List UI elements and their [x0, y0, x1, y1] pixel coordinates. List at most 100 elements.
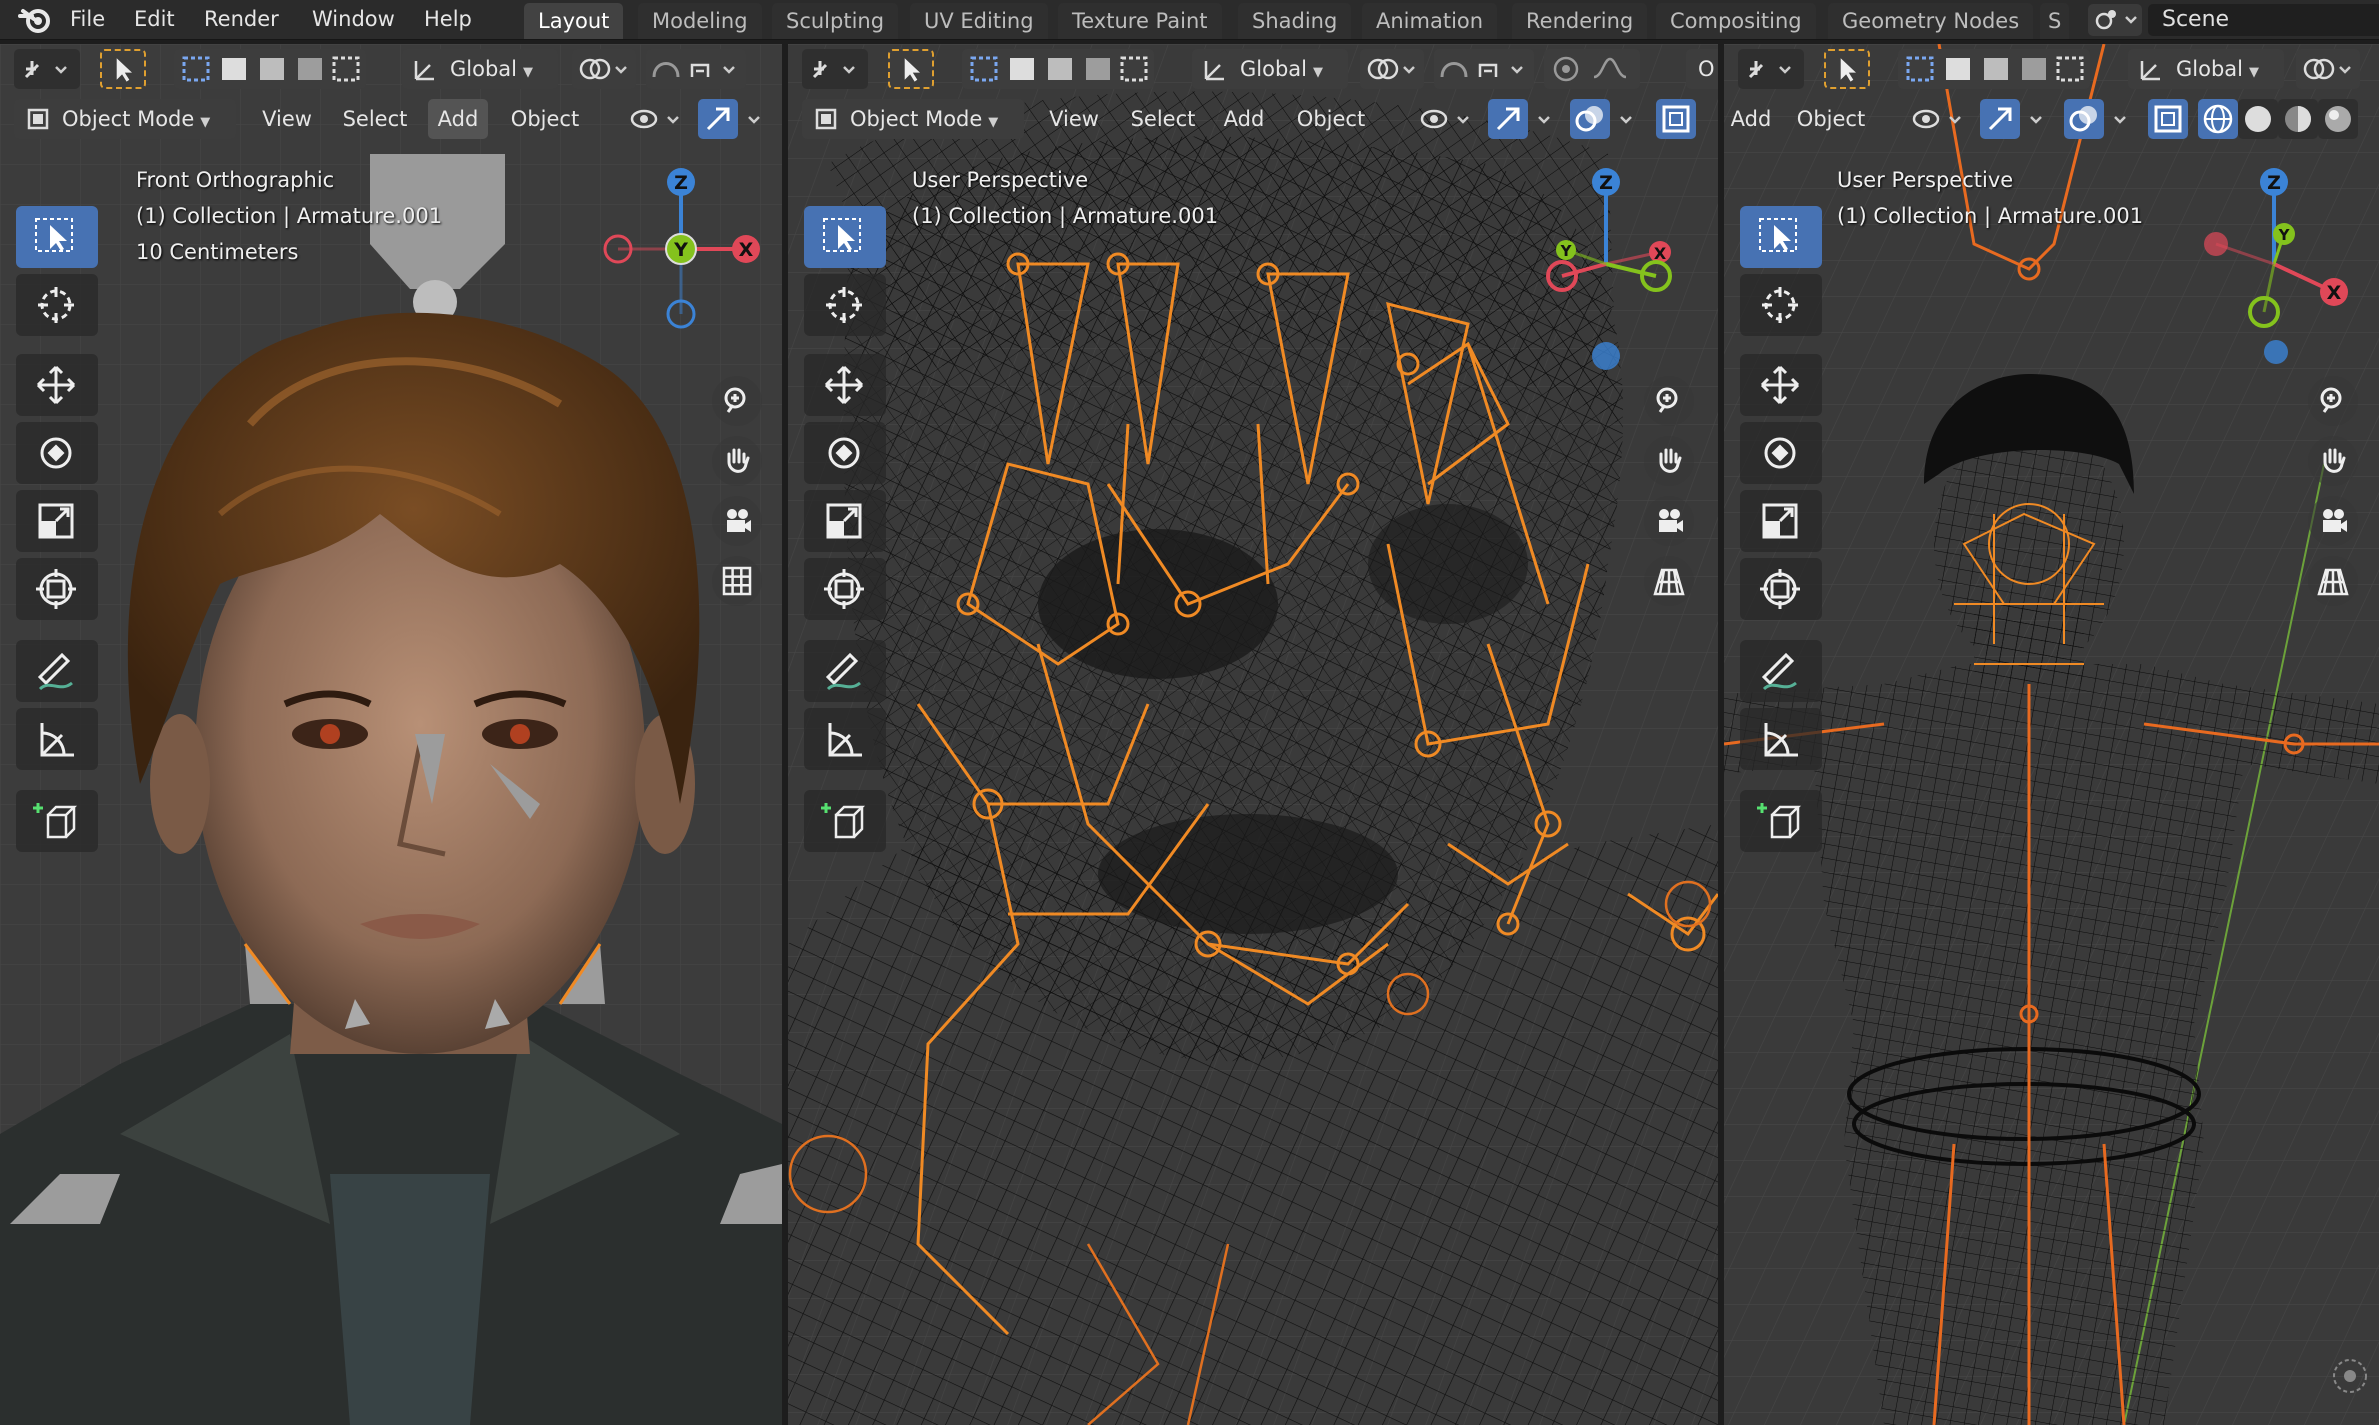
hand-icon[interactable] — [712, 436, 762, 486]
measure-icon[interactable] — [1740, 708, 1822, 770]
tab-scripting-truncated[interactable]: S — [2040, 3, 2070, 39]
wireframe-shading-button[interactable] — [2198, 99, 2238, 139]
tab-geometry-nodes[interactable]: Geometry Nodes — [1828, 3, 2034, 39]
tab-shading[interactable]: Shading — [1238, 3, 1352, 39]
visibility-dropdown[interactable] — [622, 99, 690, 139]
tab-modeling[interactable]: Modeling — [638, 3, 762, 39]
tab-rendering[interactable]: Rendering — [1512, 3, 1648, 39]
navigation-gizmo[interactable]: Z X Y — [2194, 164, 2364, 364]
material-shading-button[interactable] — [2278, 99, 2318, 139]
menu-object[interactable]: Object — [500, 99, 590, 139]
add-cube-icon[interactable] — [16, 790, 98, 852]
select-box-icon[interactable] — [804, 206, 886, 268]
cursor-icon[interactable] — [804, 274, 886, 336]
gizmo-toggle-button[interactable] — [698, 99, 738, 139]
menu-object[interactable]: Object — [1286, 99, 1376, 139]
gizmo-dropdown[interactable] — [1530, 99, 1560, 139]
editor-type-button[interactable] — [14, 49, 80, 89]
rotate-icon[interactable] — [1740, 422, 1822, 484]
perspective-grid-icon[interactable] — [2308, 556, 2358, 606]
transform-orientation-dropdown[interactable]: Global ▼ — [402, 49, 558, 89]
scene-name-field[interactable]: Scene — [2148, 4, 2379, 36]
scene-icon[interactable] — [2088, 4, 2142, 36]
rotate-icon[interactable] — [16, 422, 98, 484]
pivot-point-dropdown[interactable] — [1360, 49, 1424, 89]
move-icon[interactable] — [804, 354, 886, 416]
snapping-controls[interactable] — [1434, 49, 1534, 89]
move-icon[interactable] — [16, 354, 98, 416]
zoom-icon[interactable] — [1644, 376, 1694, 426]
pivot-point-dropdown[interactable] — [572, 49, 636, 89]
overlays-toggle-button[interactable] — [2064, 99, 2104, 139]
pivot-point-dropdown[interactable] — [2296, 49, 2360, 89]
annotate-icon[interactable] — [16, 640, 98, 702]
xray-toggle-button[interactable] — [1656, 99, 1696, 139]
gizmo-dropdown[interactable] — [2022, 99, 2052, 139]
perspective-grid-icon[interactable] — [1644, 556, 1694, 606]
tab-sculpting[interactable]: Sculpting — [772, 3, 899, 39]
overlays-dropdown[interactable] — [1612, 99, 1642, 139]
camera-icon[interactable] — [2308, 496, 2358, 546]
overlays-toggle-button[interactable] — [1570, 99, 1610, 139]
menu-object[interactable]: Object — [1786, 99, 1876, 139]
menu-file[interactable]: File — [62, 4, 113, 34]
hand-icon[interactable] — [2308, 436, 2358, 486]
select-box-icon[interactable] — [1740, 206, 1822, 268]
transform-icon[interactable] — [16, 558, 98, 620]
overlays-dropdown[interactable] — [2106, 99, 2136, 139]
mode-dropdown[interactable]: Object Mode ▼ — [802, 99, 1024, 139]
menu-add[interactable]: Add — [1724, 99, 1778, 139]
gizmo-toggle-button[interactable] — [1488, 99, 1528, 139]
editor-type-button[interactable] — [1738, 49, 1804, 89]
options-truncated-button[interactable]: O — [1686, 49, 1718, 89]
gizmo-toggle-button[interactable] — [1980, 99, 2020, 139]
rotate-icon[interactable] — [804, 422, 886, 484]
transform-orientation-dropdown[interactable]: Global ▼ — [1192, 49, 1348, 89]
add-cube-icon[interactable] — [804, 790, 886, 852]
menu-help[interactable]: Help — [416, 4, 480, 34]
mode-dropdown[interactable]: Object Mode ▼ — [14, 99, 236, 139]
selection-mode-buttons[interactable] — [174, 49, 366, 89]
camera-icon[interactable] — [712, 496, 762, 546]
select-tool-button[interactable] — [1824, 49, 1870, 89]
proportional-editing-controls[interactable] — [1544, 49, 1640, 89]
scale-icon[interactable] — [16, 490, 98, 552]
menu-add[interactable]: Add — [428, 99, 488, 139]
menu-add[interactable]: Add — [1214, 99, 1274, 139]
select-tool-button[interactable] — [888, 49, 934, 89]
visibility-dropdown[interactable] — [1904, 99, 1972, 139]
scale-icon[interactable] — [1740, 490, 1822, 552]
tab-animation[interactable]: Animation — [1362, 3, 1498, 39]
select-box-icon[interactable] — [16, 206, 98, 268]
snapping-controls[interactable] — [646, 49, 746, 89]
selection-mode-buttons[interactable] — [1898, 49, 2090, 89]
menu-view[interactable]: View — [252, 99, 322, 139]
move-icon[interactable] — [1740, 354, 1822, 416]
transform-icon[interactable] — [1740, 558, 1822, 620]
add-cube-icon[interactable] — [1740, 790, 1822, 852]
viewport-user-perspective-body[interactable]: Global ▼ Add Object User Perspective (1)… — [1724, 44, 2379, 1425]
camera-icon[interactable] — [1644, 496, 1694, 546]
visibility-dropdown[interactable] — [1412, 99, 1480, 139]
cursor-icon[interactable] — [1740, 274, 1822, 336]
xray-toggle-button[interactable] — [2148, 99, 2188, 139]
menu-edit[interactable]: Edit — [126, 4, 183, 34]
area-corner-icon[interactable] — [2328, 1354, 2372, 1398]
menu-view[interactable]: View — [1038, 99, 1110, 139]
viewport-user-perspective-face[interactable]: Global ▼ O Object Mode ▼ View Select Add O… — [788, 44, 1718, 1425]
menu-select[interactable]: Select — [334, 99, 416, 139]
rendered-shading-button[interactable] — [2318, 99, 2358, 139]
transform-icon[interactable] — [804, 558, 886, 620]
solid-shading-button[interactable] — [2238, 99, 2278, 139]
menu-render[interactable]: Render — [196, 4, 287, 34]
annotate-icon[interactable] — [1740, 640, 1822, 702]
grid-icon[interactable] — [712, 556, 762, 606]
tab-compositing[interactable]: Compositing — [1656, 3, 1816, 39]
selection-mode-buttons[interactable] — [962, 49, 1154, 89]
menu-select[interactable]: Select — [1122, 99, 1204, 139]
measure-icon[interactable] — [804, 708, 886, 770]
zoom-icon[interactable] — [712, 376, 762, 426]
scale-icon[interactable] — [804, 490, 886, 552]
hand-icon[interactable] — [1644, 436, 1694, 486]
navigation-gizmo[interactable]: Z X Y — [1528, 164, 1698, 370]
